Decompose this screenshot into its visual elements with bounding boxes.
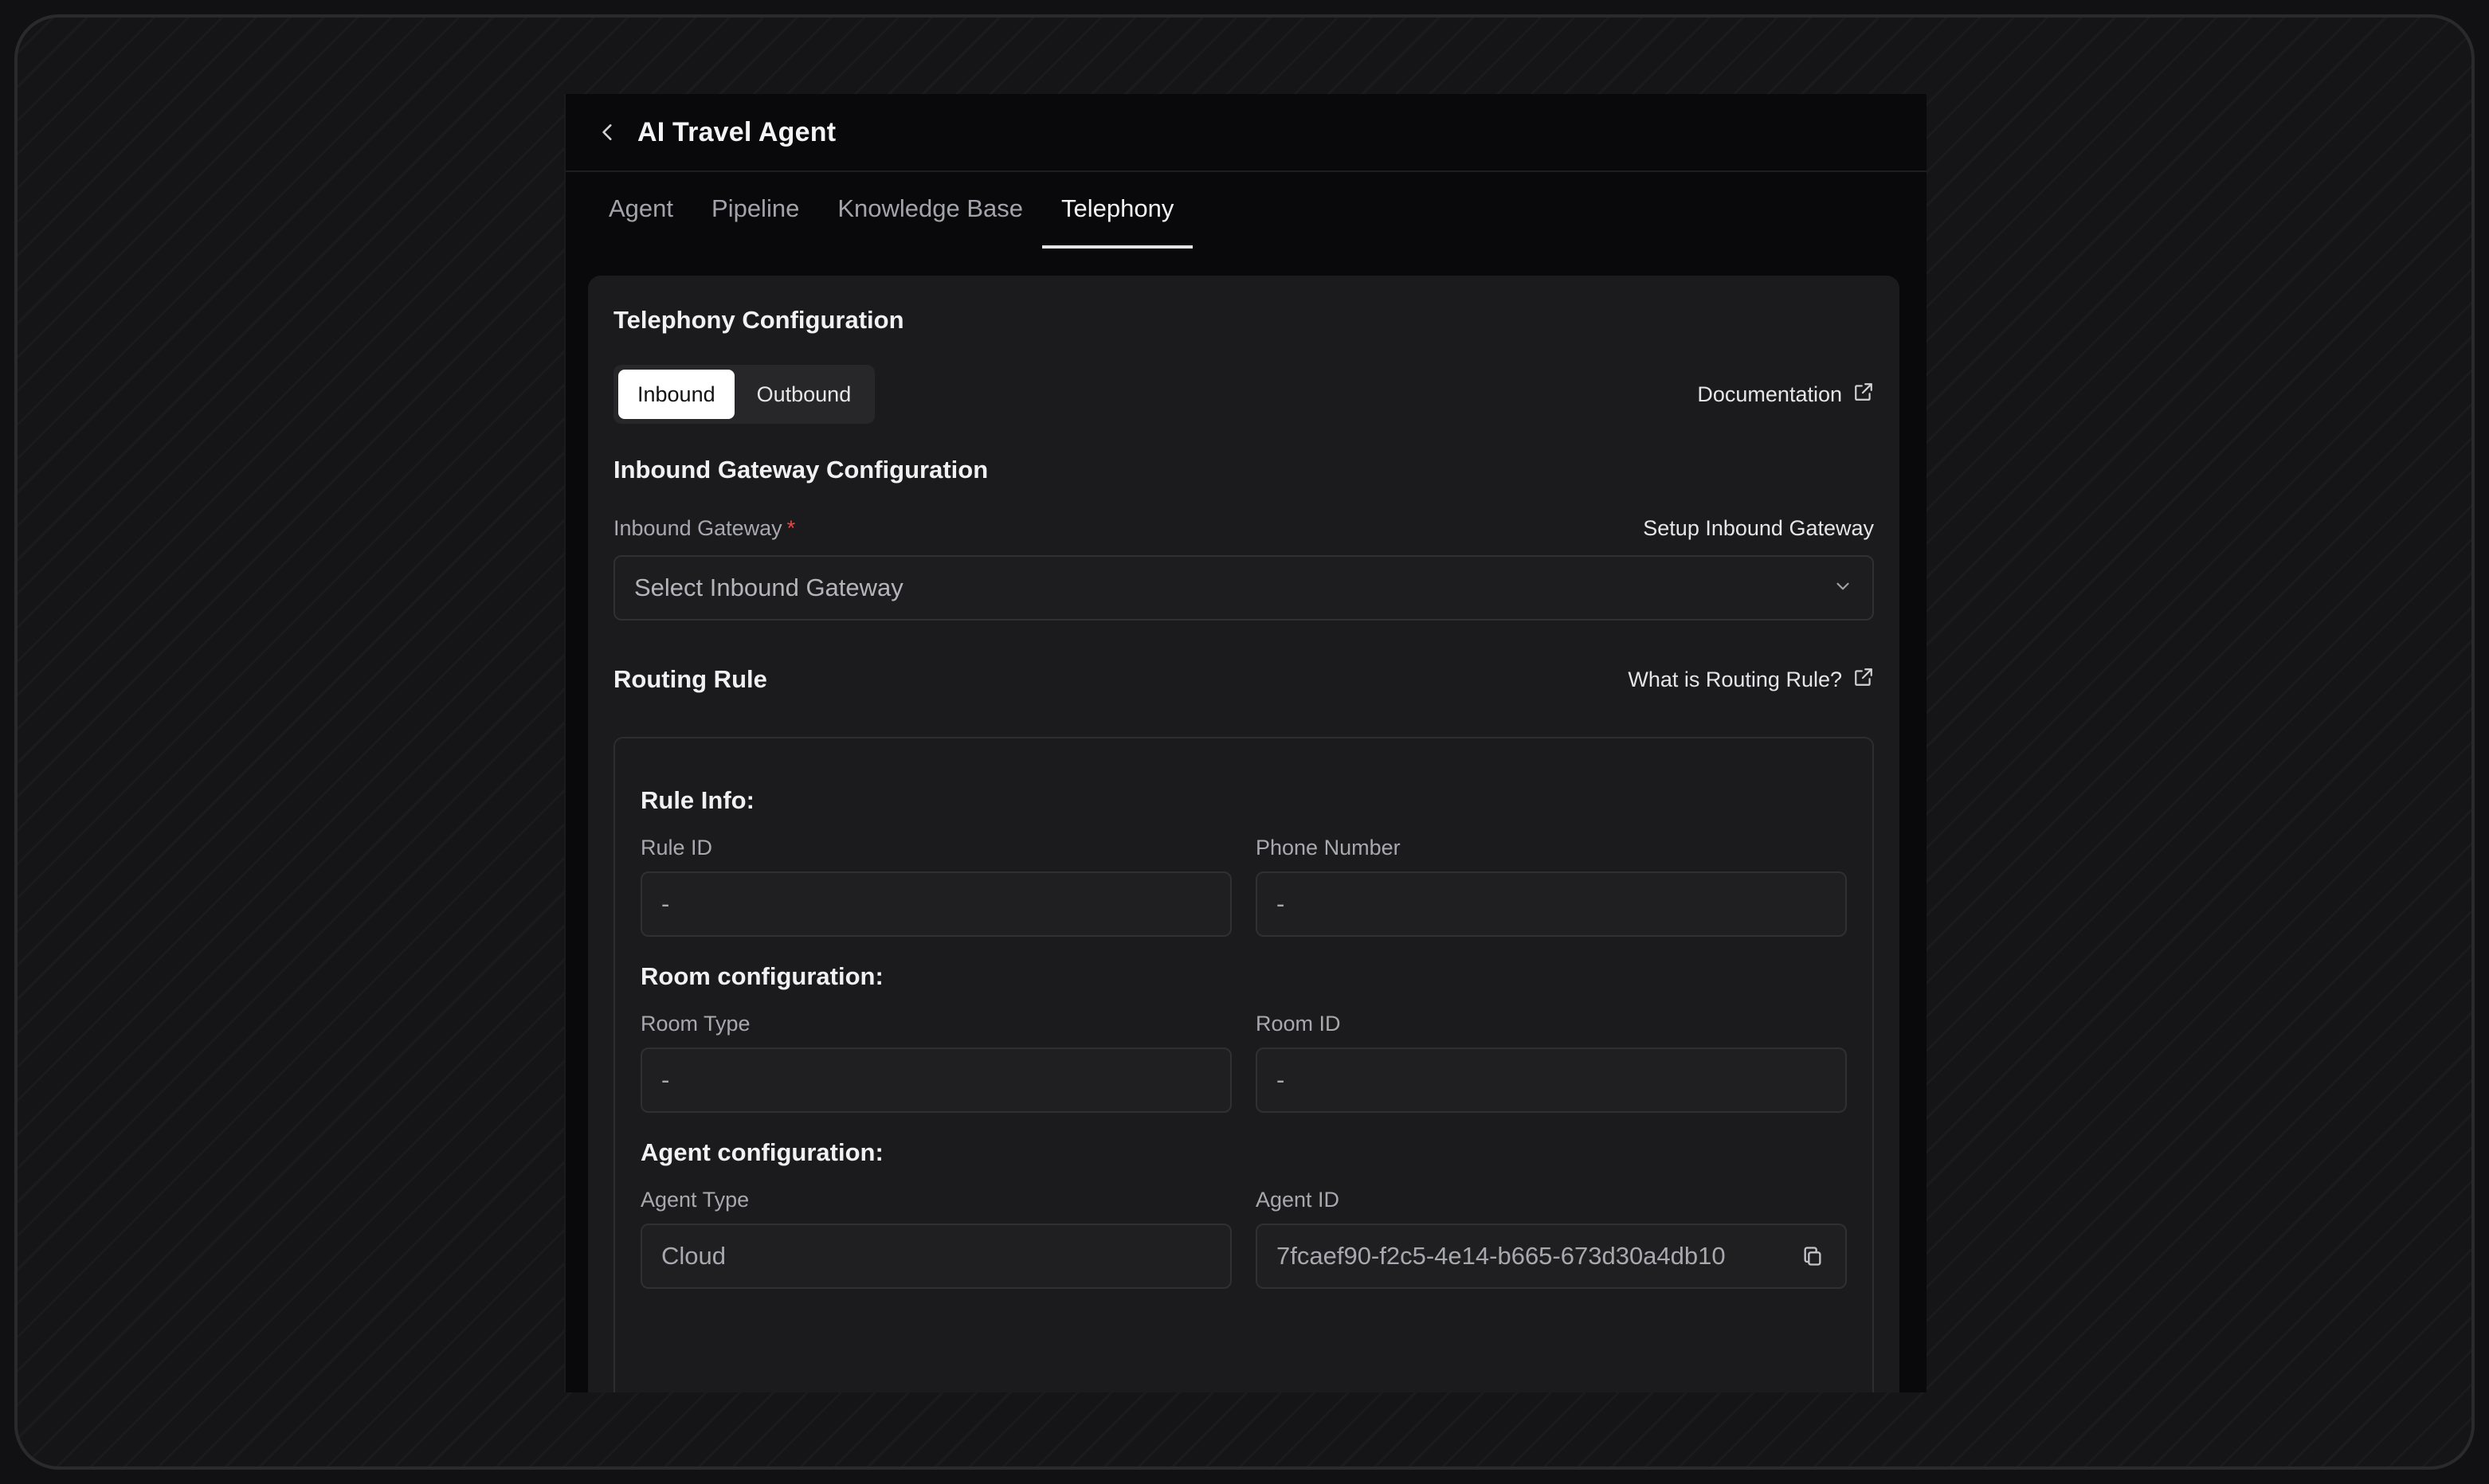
outbound-segment[interactable]: Outbound [738,370,871,419]
routing-help-link[interactable]: What is Routing Rule? [1628,667,1874,693]
rule-id-col: Rule ID - [641,836,1232,937]
rule-id-field[interactable]: - [641,871,1232,937]
inbound-segment[interactable]: Inbound [618,370,735,419]
agent-id-label: Agent ID [1256,1188,1340,1212]
documentation-link[interactable]: Documentation [1697,382,1874,408]
documentation-link-label: Documentation [1697,382,1842,406]
agent-config-grid: Agent Type Cloud Agent ID 7fcaef90-f2c5-… [641,1188,1847,1289]
agent-id-col: Agent ID 7fcaef90-f2c5-4e14-b665-673d30a… [1256,1188,1847,1289]
gateway-label-row: Inbound Gateway * Setup Inbound Gateway [613,516,1874,541]
required-mark: * [786,516,796,540]
room-id-value: - [1276,1066,1285,1094]
chevron-left-icon[interactable] [594,119,621,146]
room-id-label: Room ID [1256,1012,1341,1036]
rule-info-grid: Rule ID - Phone Number - [641,836,1847,937]
telephony-config-heading: Telephony Configuration [613,306,904,334]
tab-telephony[interactable]: Telephony [1042,172,1194,249]
routing-rule-heading: Routing Rule [613,665,767,693]
direction-toggle: Inbound Outbound [613,365,876,424]
room-type-field[interactable]: - [641,1047,1232,1113]
phone-field[interactable]: - [1256,871,1847,937]
tab-knowledge-base[interactable]: Knowledge Base [818,172,1042,249]
tab-pipeline[interactable]: Pipeline [692,172,818,249]
agent-config-heading: Agent configuration: [641,1138,884,1166]
routing-row: Routing Rule What is Routing Rule? [613,665,1874,694]
phone-col: Phone Number - [1256,836,1847,937]
gateway-config-heading: Inbound Gateway Configuration [613,456,989,484]
phone-value: - [1276,890,1285,918]
routing-rule-box: Rule Info: Rule ID - Phone Number - Room… [613,737,1874,1392]
agent-panel: AI Travel Agent Agent Pipeline Knowledge… [564,94,1927,1392]
agent-type-col: Agent Type Cloud [641,1188,1232,1289]
agent-id-value: 7fcaef90-f2c5-4e14-b665-673d30a4db10 [1276,1242,1726,1270]
room-type-label: Room Type [641,1012,751,1036]
chevron-down-icon [1832,576,1853,601]
gateway-label-text: Inbound Gateway [613,516,782,540]
direction-row: Inbound Outbound Documentation [613,365,1874,424]
rule-id-label: Rule ID [641,836,713,859]
phone-label: Phone Number [1256,836,1401,859]
gateway-label: Inbound Gateway * [613,516,795,541]
top-bar: AI Travel Agent [566,94,1927,172]
tab-bar: Agent Pipeline Knowledge Base Telephony [566,172,1927,249]
agent-id-field[interactable]: 7fcaef90-f2c5-4e14-b665-673d30a4db10 [1256,1224,1847,1289]
room-config-grid: Room Type - Room ID - [641,1012,1847,1113]
copy-icon[interactable] [1799,1243,1826,1270]
room-type-value: - [661,1066,670,1094]
rule-id-value: - [661,890,670,918]
agent-type-value: Cloud [661,1242,726,1270]
page-title: AI Travel Agent [637,116,837,147]
room-id-field[interactable]: - [1256,1047,1847,1113]
setup-gateway-link[interactable]: Setup Inbound Gateway [1643,516,1874,541]
gateway-select-placeholder: Select Inbound Gateway [634,574,903,601]
room-id-col: Room ID - [1256,1012,1847,1113]
tab-agent[interactable]: Agent [590,172,692,249]
external-link-icon [1853,382,1874,408]
room-config-heading: Room configuration: [641,962,884,990]
agent-type-label: Agent Type [641,1188,750,1212]
telephony-card: Telephony Configuration Inbound Outbound… [588,276,1899,1392]
rule-info-heading: Rule Info: [641,786,755,814]
room-type-col: Room Type - [641,1012,1232,1113]
external-link-icon [1853,667,1874,693]
routing-help-label: What is Routing Rule? [1628,667,1842,691]
agent-type-field[interactable]: Cloud [641,1224,1232,1289]
gateway-select[interactable]: Select Inbound Gateway [613,555,1874,621]
